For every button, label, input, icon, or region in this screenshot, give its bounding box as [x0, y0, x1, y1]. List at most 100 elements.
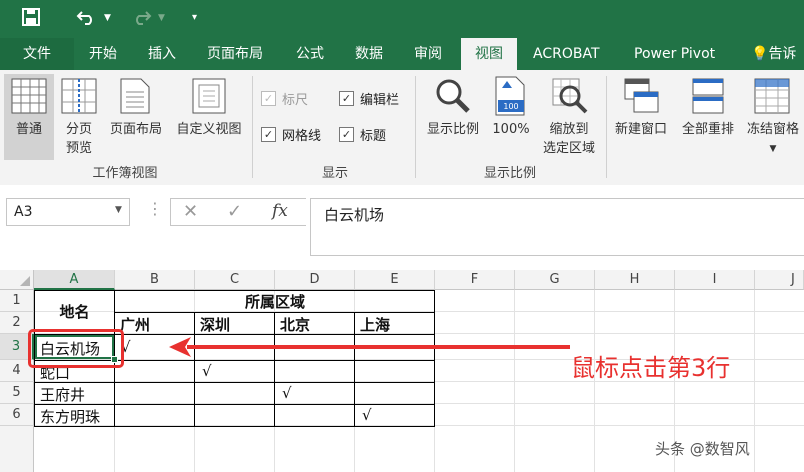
freeze-panes-label: 冻结窗格 [746, 122, 799, 137]
cancel-icon[interactable]: ✕ [183, 201, 198, 222]
tab-page-layout[interactable]: 页面布局 [207, 38, 263, 70]
enter-icon[interactable]: ✓ [227, 201, 242, 222]
arrange-all-icon [692, 78, 724, 114]
cell-b1-region-header[interactable]: 所属区域 [115, 291, 435, 312]
ruler-label: 标尺 [282, 93, 309, 108]
tell-me-label: 告诉 [768, 46, 797, 62]
arrange-all-button[interactable]: 全部重排 [676, 74, 740, 160]
tab-home[interactable]: 开始 [89, 38, 117, 70]
formula-input-value: 白云机场 [324, 206, 385, 224]
page-layout-view-button[interactable]: 页面布局 [104, 74, 168, 160]
zoom-button[interactable]: 显示比例 [421, 74, 485, 160]
select-all-corner[interactable] [0, 270, 34, 290]
cell-d2-region[interactable]: 北京 [280, 314, 310, 335]
tab-acrobat[interactable]: ACROBAT [533, 38, 600, 70]
formula-bar-grip-icon: ⋮ [147, 199, 163, 218]
column-header-j[interactable]: J [755, 270, 804, 290]
watermark-text: 头条 @数智风 [655, 440, 750, 458]
ribbon: 普通 分页 预览 页面布局 自定义视图 工作簿视图 ✓ 标尺 ✓ 编辑栏 ✓ 网… [0, 70, 804, 186]
zoom-100-icon-text: 100 [503, 102, 519, 111]
formula-input[interactable]: 白云机场 [310, 198, 804, 256]
table-border [115, 312, 435, 313]
lightbulb-icon: 💡 [751, 46, 769, 62]
redo-dropdown-icon: ▼ [158, 13, 165, 23]
tell-me[interactable]: 💡告诉 [751, 38, 796, 70]
column-header-c[interactable]: C [195, 270, 275, 290]
headings-checkbox[interactable]: ✓ [339, 127, 354, 142]
page-break-label-2: 预览 [65, 141, 92, 156]
cell-e6-check[interactable]: √ [362, 406, 372, 424]
cell-a6-place[interactable]: 东方明珠 [40, 406, 100, 427]
page-break-label-1: 分页 [65, 122, 92, 137]
tab-insert[interactable]: 插入 [148, 38, 176, 70]
column-header-i[interactable]: I [675, 270, 755, 290]
normal-view-label: 普通 [15, 122, 42, 137]
customize-qat-icon[interactable]: ▾ [192, 8, 197, 28]
zoom-100-label: 100% [492, 122, 530, 137]
page-break-preview-button[interactable]: 分页 预览 [57, 74, 101, 160]
insert-function-icon[interactable]: fx [272, 201, 288, 221]
gridlines-checkbox[interactable]: ✓ [261, 127, 276, 142]
cell-a5-place[interactable]: 王府井 [40, 384, 85, 405]
cell-e2-region[interactable]: 上海 [360, 314, 390, 335]
new-window-label: 新建窗口 [614, 122, 667, 137]
new-window-button[interactable]: 新建窗口 [610, 74, 672, 160]
column-header-g[interactable]: G [515, 270, 595, 290]
column-header-b[interactable]: B [115, 270, 195, 290]
cell-c4-check[interactable]: √ [202, 362, 212, 380]
formula-bar-area: A3 ▼ ⋮ ✕ ✓ fx 白云机场 [0, 185, 804, 270]
annotation-highlight-box [28, 329, 124, 368]
table-border [194, 312, 195, 427]
normal-view-button[interactable]: 普通 [4, 74, 54, 160]
cell-d5-check[interactable]: √ [282, 384, 292, 402]
page-layout-icon [120, 78, 150, 114]
group-separator [415, 76, 416, 178]
worksheet: A B C D E F G H I J 1 2 3 4 5 6 地名 所属区域 … [0, 270, 804, 472]
redo-icon [130, 8, 152, 31]
tab-formulas[interactable]: 公式 [296, 38, 324, 70]
table-border [274, 312, 275, 427]
ribbon-tabs: 文件 开始 插入 页面布局 公式 数据 审阅 视图 ACROBAT Power … [0, 38, 804, 70]
save-icon[interactable] [22, 8, 40, 31]
column-header-h[interactable]: H [595, 270, 675, 290]
arrange-all-label: 全部重排 [681, 122, 734, 137]
row-header-7 [0, 426, 34, 472]
cell-c2-region[interactable]: 深圳 [200, 314, 230, 335]
table-border [354, 312, 355, 427]
formula-bar-checkbox[interactable]: ✓ [339, 91, 354, 106]
zoom-to-selection-button[interactable]: 缩放到 选定区域 [536, 74, 602, 160]
row-header-6[interactable]: 6 [0, 404, 34, 426]
zoom-label: 显示比例 [426, 122, 479, 137]
tab-data[interactable]: 数据 [355, 38, 383, 70]
tab-view[interactable]: 视图 [461, 38, 517, 70]
freeze-panes-button[interactable]: 冻结窗格 ▼ [742, 74, 804, 160]
column-header-f[interactable]: F [435, 270, 515, 290]
column-header-a[interactable]: A [34, 270, 115, 290]
undo-dropdown-icon[interactable]: ▼ [104, 8, 111, 28]
name-box-value: A3 [14, 204, 33, 220]
table-border [34, 382, 435, 383]
normal-view-icon [11, 78, 47, 114]
formula-bar-label: 编辑栏 [360, 93, 400, 108]
annotation-arrow-icon [169, 337, 570, 357]
tab-review[interactable]: 审阅 [414, 38, 442, 70]
gridlines-label: 网格线 [282, 129, 322, 144]
cell-b2-region[interactable]: 广州 [120, 314, 150, 335]
custom-views-button[interactable]: 自定义视图 [170, 74, 248, 160]
zoom-selection-label-2: 选定区域 [542, 141, 595, 156]
undo-icon[interactable] [76, 8, 98, 31]
headings-label: 标题 [360, 129, 387, 144]
zoom-selection-label-1: 缩放到 [549, 122, 589, 137]
name-box[interactable]: A3 ▼ [6, 198, 130, 226]
cell-a1-place-header[interactable]: 地名 [34, 301, 115, 322]
tab-file[interactable]: 文件 [0, 38, 74, 70]
column-header-e[interactable]: E [355, 270, 435, 290]
name-box-dropdown-icon[interactable]: ▼ [115, 205, 122, 215]
zoom-100-button[interactable]: 100 100% [488, 74, 534, 160]
tab-power-pivot[interactable]: Power Pivot [634, 38, 715, 70]
row-header-5[interactable]: 5 [0, 382, 34, 404]
title-bar: ▼ ▼ ▾ [0, 0, 804, 38]
row-header-1[interactable]: 1 [0, 290, 34, 312]
formula-buttons: ✕ ✓ fx [170, 198, 306, 226]
column-header-d[interactable]: D [275, 270, 355, 290]
